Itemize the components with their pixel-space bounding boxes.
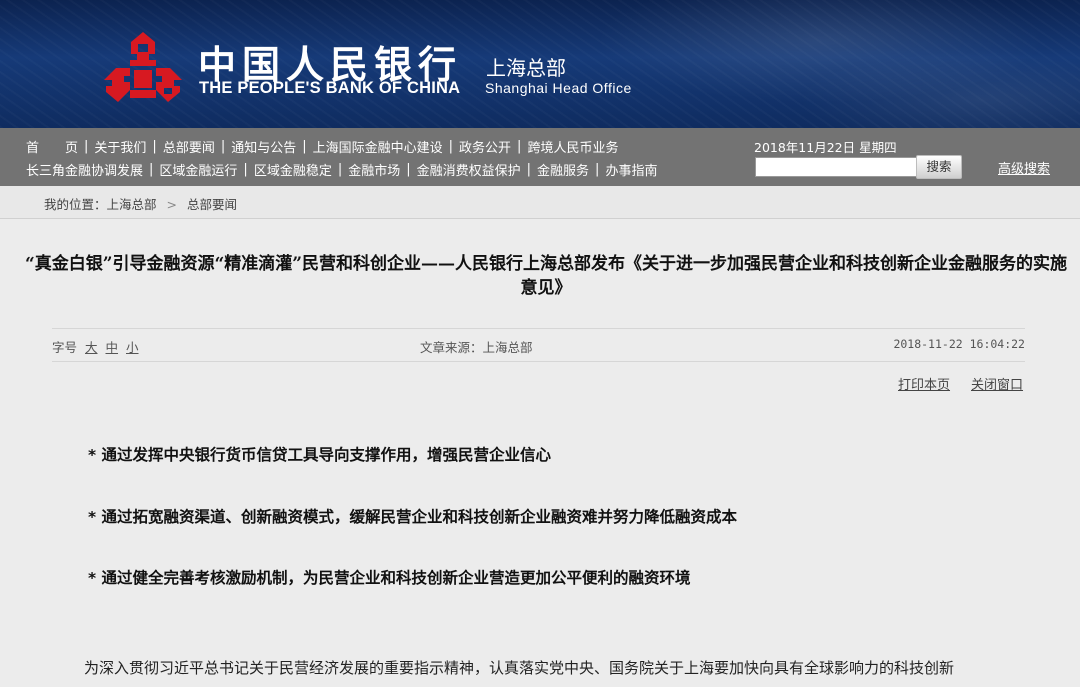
nav-row-primary: 首 页 | 关于我们 | 总部要闻 | 通知与公告 | 上海国际金融中心建设 | 政务公开… [26, 136, 618, 156]
font-size-medium[interactable]: 中 [106, 340, 119, 355]
nav-separator: | [406, 161, 411, 177]
nav-separator: | [595, 161, 600, 177]
publish-timestamp: 2018-11-22 16:04:22 [893, 337, 1025, 351]
nav-separator: | [243, 161, 248, 177]
font-size-large[interactable]: 大 [85, 340, 98, 355]
nav-separator: | [337, 161, 343, 177]
nav-item-regional-operation[interactable]: 区域金融运行 [159, 160, 237, 179]
nav-item-yangtze-delta[interactable]: 长三角金融协调发展 [26, 160, 143, 179]
highlight-point: * 通过发挥中央银行货币信贷工具导向支撑作用，增强民营企业信心 [88, 446, 552, 464]
nav-separator: | [517, 138, 522, 154]
article-title: “真金白银”引导金融资源“精准滴灌”民营和科创企业——人民银行上海总部发布《关于… [24, 254, 1068, 298]
highlight-point: * 通过健全完善考核激励机制，为民营企业和科技创新企业营造更加公平便利的融资环境 [88, 569, 691, 587]
article-body-paragraph: 为深入贯彻习近平总书记关于民营经济发展的重要指示精神，认真落实党中央、国务院关于… [84, 659, 955, 677]
nav-separator: | [152, 138, 157, 154]
nav-item-cross-border-rmb[interactable]: 跨境人民币业务 [527, 137, 618, 156]
nav-item-financial-market[interactable]: 金融市场 [348, 160, 400, 179]
font-size-control: 字号 大 中 小 [52, 337, 139, 356]
office-name-en: Shanghai Head Office [485, 80, 632, 96]
weekday-value: 星期四 [859, 140, 897, 155]
nav-item-consumer-protection[interactable]: 金融消费权益保护 [417, 160, 521, 179]
bank-name-en: THE PEOPLE'S BANK OF CHINA [199, 79, 461, 97]
breadcrumb-item-hq-news[interactable]: 总部要闻 [187, 197, 237, 212]
nav-separator: | [149, 161, 154, 177]
breadcrumb-item-shanghai-hq[interactable]: 上海总部 [107, 197, 157, 212]
breadcrumb-trail: 我的位置：上海总部 > 总部要闻 [44, 194, 237, 213]
main-nav: 首 页 | 关于我们 | 总部要闻 | 通知与公告 | 上海国际金融中心建设 | 政务公开… [0, 128, 1080, 186]
search-button[interactable]: 搜索 [916, 155, 962, 179]
breadcrumb: 我的位置：上海总部 > 总部要闻 [0, 186, 1080, 219]
breadcrumb-arrow-icon: > [166, 197, 178, 212]
current-date: 2018年11月22日 星期四 [754, 137, 897, 156]
advanced-search-link[interactable]: 高级搜索 [998, 158, 1050, 177]
print-page-link[interactable]: 打印本页 [898, 374, 950, 393]
highlight-point: * 通过拓宽融资渠道、创新融资模式，缓解民营企业和科技创新企业融资难并努力降低融… [88, 508, 738, 526]
nav-item-service-guide[interactable]: 办事指南 [605, 160, 657, 179]
nav-separator: | [526, 161, 532, 177]
nav-item-regional-stability[interactable]: 区域金融稳定 [254, 160, 332, 179]
close-window-link[interactable]: 关闭窗口 [971, 374, 1023, 393]
nav-item-gov-affairs[interactable]: 政务公开 [459, 137, 511, 156]
nav-row-secondary: 长三角金融协调发展 | 区域金融运行 | 区域金融稳定 | 金融市场 | 金融消费权益保… [26, 159, 657, 179]
font-size-label: 字号 [52, 340, 78, 355]
nav-separator: | [84, 138, 89, 154]
nav-item-financial-services[interactable]: 金融服务 [537, 160, 589, 179]
nav-item-home[interactable]: 首 页 [26, 137, 78, 156]
search-input[interactable] [755, 157, 917, 177]
nav-item-about[interactable]: 关于我们 [94, 137, 146, 156]
pboc-emblem-icon[interactable] [100, 30, 186, 104]
nav-item-notices[interactable]: 通知与公告 [231, 137, 296, 156]
font-size-small[interactable]: 小 [126, 340, 139, 355]
nav-item-financial-center[interactable]: 上海国际金融中心建设 [313, 137, 443, 156]
nav-item-hq-news[interactable]: 总部要闻 [163, 137, 215, 156]
nav-separator: | [448, 138, 454, 154]
office-name-cn: 上海总部 [486, 56, 566, 80]
breadcrumb-prefix: 我的位置： [44, 197, 107, 212]
nav-separator: | [220, 138, 226, 154]
article-source: 文章来源：上海总部 [420, 340, 533, 355]
nav-separator: | [302, 138, 307, 154]
article-meta: 字号 大 中 小 文章来源：上海总部 2018-11-22 16:04:22 [52, 328, 1025, 362]
header-banner: 中国人民银行 THE PEOPLE'S BANK OF CHINA 上海总部 S… [0, 0, 1080, 128]
date-value: 2018年11月22日 [754, 140, 856, 155]
